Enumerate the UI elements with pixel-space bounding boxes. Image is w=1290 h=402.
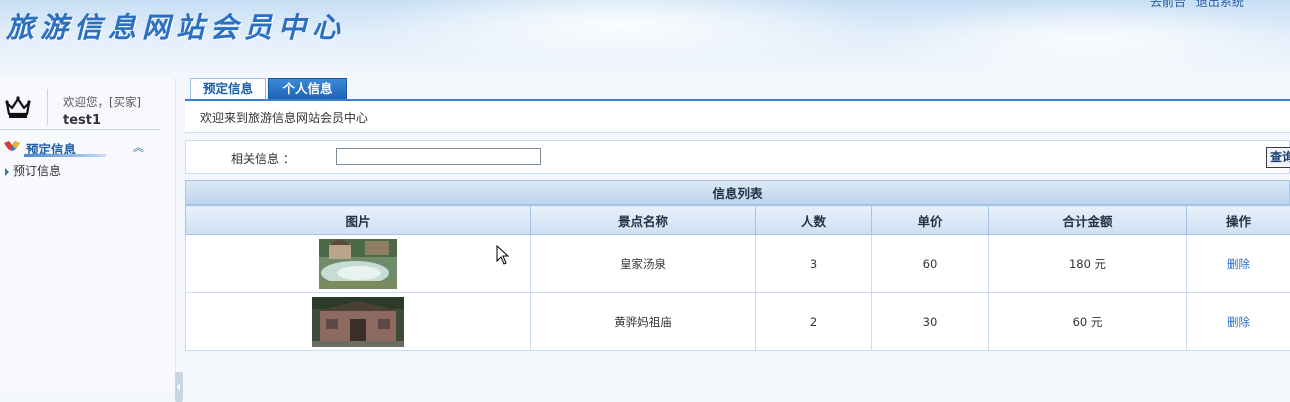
delete-link[interactable]: 删除	[1227, 257, 1250, 271]
column-header: 人数	[756, 206, 872, 235]
list-title: 信息列表	[185, 180, 1290, 205]
total-cell: 180 元	[989, 235, 1187, 293]
divider	[47, 89, 48, 125]
welcome-message: 欢迎来到旅游信息网站会员中心	[200, 109, 368, 126]
search-label: 相关信息 ：	[231, 150, 295, 167]
column-header: 图片	[186, 206, 531, 235]
sidebar: 欢迎您，[买家] test1 预定信息 ︽ 预订信息	[0, 78, 176, 391]
image-cell	[186, 293, 531, 351]
image-cell	[186, 235, 531, 293]
panel-collapse-handle[interactable]	[175, 372, 183, 402]
info-table: 图片 景点名称 人数 单价 合计金额 操作	[185, 205, 1290, 351]
people-cell: 2	[756, 293, 872, 351]
welcome-panel: 欢迎来到旅游信息网站会员中心	[185, 101, 1290, 133]
page-header: 旅游信息网站会员中心 去前台 退出系统	[0, 0, 1290, 78]
table-row: 黄骅妈祖庙 2 30 60 元 删除	[186, 293, 1290, 351]
header-cloud	[360, 0, 880, 70]
total-cell: 60 元	[989, 293, 1187, 351]
column-header: 景点名称	[531, 206, 756, 235]
action-cell: 删除	[1187, 235, 1290, 293]
welcome-text: 欢迎您，[买家]	[63, 94, 141, 110]
username: test1	[63, 113, 101, 128]
logout-link[interactable]: 退出系统	[1196, 0, 1244, 9]
triangle-right-icon	[5, 168, 9, 176]
section-underline	[24, 154, 106, 157]
action-cell: 删除	[1187, 293, 1290, 351]
main-content: 预定信息 个人信息 欢迎来到旅游信息网站会员中心 相关信息 ： 查询 信息列表 …	[185, 78, 1290, 391]
sidebar-item-booking[interactable]: 预订信息	[5, 162, 61, 179]
tab-personal-info[interactable]: 个人信息	[268, 78, 347, 99]
tab-bar: 预定信息 个人信息	[185, 78, 1290, 100]
temple-photo	[312, 297, 404, 347]
user-box: 欢迎您，[买家] test1	[0, 83, 160, 130]
scenic-name-cell: 皇家汤泉	[531, 235, 756, 293]
table-row: 皇家汤泉 3 60 180 元 删除	[186, 235, 1290, 293]
scenic-name-cell: 黄骅妈祖庙	[531, 293, 756, 351]
tab-booking[interactable]: 预定信息	[190, 78, 266, 99]
people-cell: 3	[756, 235, 872, 293]
mouse-cursor-icon	[496, 245, 510, 265]
section-icon	[3, 140, 21, 152]
top-links: 去前台 退出系统	[1150, 0, 1250, 10]
sidebar-item-label: 预订信息	[13, 164, 61, 178]
collapse-icon[interactable]: ︽	[133, 139, 144, 155]
column-header: 合计金额	[989, 206, 1187, 235]
column-header: 单价	[872, 206, 989, 235]
crown-icon	[5, 95, 31, 119]
hot-spring-photo	[319, 239, 397, 289]
column-header: 操作	[1187, 206, 1290, 235]
unit-price-cell: 30	[872, 293, 989, 351]
table-header-row: 图片 景点名称 人数 单价 合计金额 操作	[186, 206, 1290, 235]
unit-price-cell: 60	[872, 235, 989, 293]
search-button[interactable]: 查询	[1266, 147, 1290, 168]
header-cloud	[880, 0, 1290, 78]
search-panel: 相关信息 ： 查询	[185, 140, 1290, 174]
delete-link[interactable]: 删除	[1227, 315, 1250, 329]
front-page-link[interactable]: 去前台	[1150, 0, 1186, 9]
site-title: 旅游信息网站会员中心	[6, 6, 346, 46]
menu-section-header[interactable]: 预定信息 ︽	[0, 137, 160, 157]
search-input[interactable]	[336, 148, 541, 165]
